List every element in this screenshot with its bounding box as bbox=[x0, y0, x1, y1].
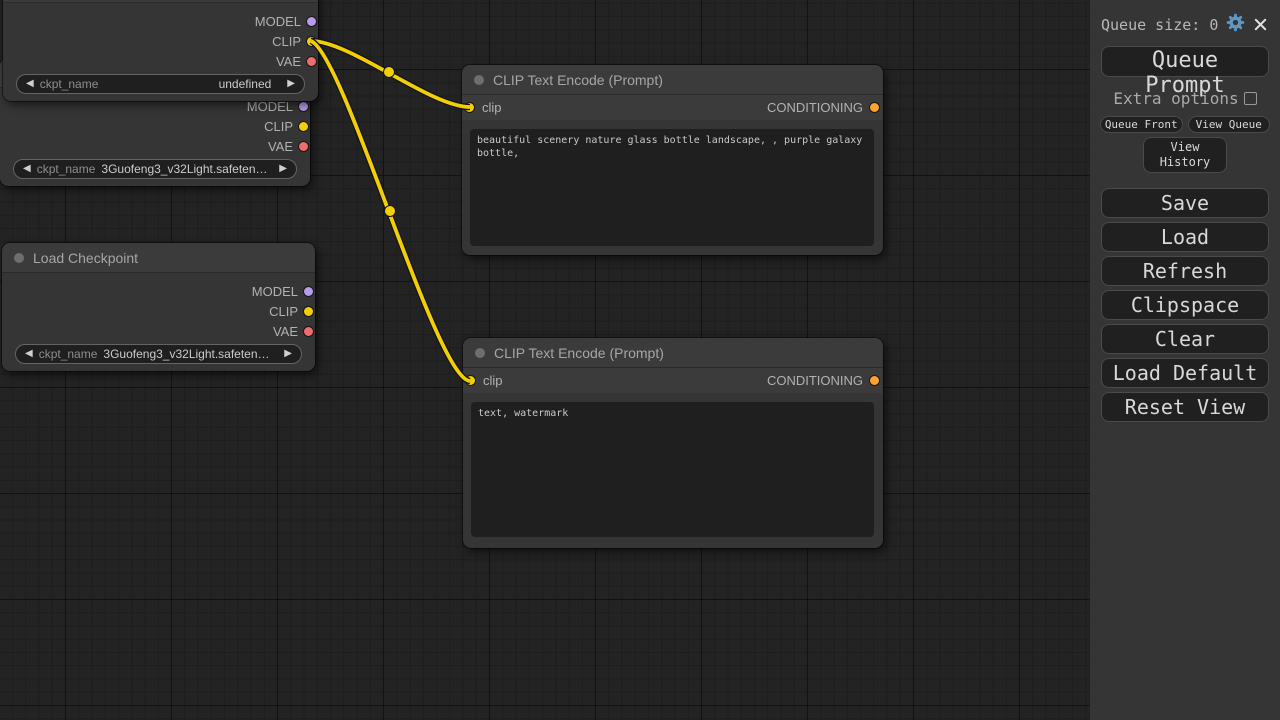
prev-value-arrow-icon[interactable]: ◀ bbox=[23, 164, 31, 174]
next-value-arrow-icon[interactable]: ▶ bbox=[287, 79, 295, 89]
model-output-port[interactable] bbox=[307, 17, 316, 26]
clip-output-port[interactable] bbox=[307, 37, 316, 46]
output-row-vae: VAE bbox=[3, 51, 318, 71]
prev-value-arrow-icon[interactable]: ◀ bbox=[26, 79, 34, 89]
refresh-button[interactable]: Refresh bbox=[1101, 256, 1269, 286]
output-label: CONDITIONING bbox=[767, 373, 863, 388]
clip-wire-top bbox=[311, 41, 470, 107]
collapse-dot[interactable] bbox=[475, 348, 485, 358]
widget-label: ckpt_name bbox=[40, 77, 99, 91]
node-title: CLIP Text Encode (Prompt) bbox=[494, 345, 664, 361]
prompt-textarea[interactable]: text, watermark bbox=[471, 402, 874, 537]
node-title-bar[interactable]: Load Checkpoint bbox=[2, 243, 315, 273]
prev-value-arrow-icon[interactable]: ◀ bbox=[25, 349, 33, 359]
widget-value: undefined bbox=[104, 77, 281, 91]
output-row-model: MODEL bbox=[3, 11, 318, 31]
node-load-checkpoint-bottom[interactable]: Load Checkpoint MODEL CLIP VAE ◀ ckpt_na bbox=[2, 243, 315, 371]
output-label: CONDITIONING bbox=[767, 100, 863, 115]
port-row: clip CONDITIONING bbox=[462, 95, 883, 120]
conditioning-output-port[interactable] bbox=[870, 103, 879, 112]
vae-output-port[interactable] bbox=[299, 142, 308, 151]
save-button[interactable]: Save bbox=[1101, 188, 1269, 218]
input-label: clip bbox=[482, 100, 502, 115]
next-value-arrow-icon[interactable]: ▶ bbox=[284, 349, 292, 359]
menu-header: Queue size: 0 bbox=[1090, 8, 1280, 46]
node-body: clip CONDITIONING beautiful scenery natu… bbox=[462, 95, 883, 246]
queue-buttons-row: Queue Front View Queue bbox=[1090, 116, 1280, 133]
wire-reroute-dot bbox=[385, 206, 396, 217]
node-title-bar[interactable]: CLIP Text Encode (Prompt) bbox=[462, 65, 883, 95]
node-body: MODEL CLIP VAE ◀ ckpt_name undefined ▶ bbox=[3, 3, 318, 94]
clip-wire-bottom bbox=[311, 41, 470, 381]
view-queue-button[interactable]: View Queue bbox=[1188, 116, 1271, 133]
model-output-port[interactable] bbox=[299, 102, 308, 111]
queue-front-button[interactable]: Queue Front bbox=[1100, 116, 1183, 133]
extra-options-row: Extra options bbox=[1090, 89, 1280, 108]
collapse-dot[interactable] bbox=[14, 253, 24, 263]
widget-value: 3Guofeng3_v32Light.safeten… bbox=[103, 347, 278, 361]
wire-reroute-dot bbox=[384, 67, 395, 78]
widget-label: ckpt_name bbox=[39, 347, 98, 361]
clipspace-button[interactable]: Clipspace bbox=[1101, 290, 1269, 320]
queue-size-text: Queue size: 0 bbox=[1101, 16, 1218, 34]
clip-wire-bottom-under bbox=[311, 41, 470, 381]
node-title: Load Checkpoint bbox=[33, 250, 138, 266]
clear-button[interactable]: Clear bbox=[1101, 324, 1269, 354]
vae-output-port[interactable] bbox=[307, 57, 316, 66]
ckpt-name-widget[interactable]: ◀ ckpt_name 3Guofeng3_v32Light.safeten… … bbox=[15, 344, 302, 364]
comfyui-app: MODEL CLIP VAE ◀ ckpt_name 3Guofeng3_v32… bbox=[0, 0, 1280, 720]
clip-input-port[interactable] bbox=[465, 103, 474, 112]
menu-panel: Queue size: 0 Que bbox=[1090, 0, 1280, 720]
output-row-model: MODEL bbox=[2, 281, 315, 301]
queue-size-value: 0 bbox=[1209, 16, 1218, 34]
extra-options-checkbox[interactable] bbox=[1244, 92, 1257, 105]
load-default-button[interactable]: Load Default bbox=[1101, 358, 1269, 388]
ckpt-name-widget[interactable]: ◀ ckpt_name 3Guofeng3_v32Light.safeten… … bbox=[13, 159, 297, 179]
port-row: clip CONDITIONING bbox=[463, 368, 883, 393]
node-body: clip CONDITIONING text, watermark bbox=[463, 368, 883, 537]
node-body: MODEL CLIP VAE ◀ ckpt_name 3Guofeng3_v32… bbox=[2, 273, 315, 364]
prompt-textarea[interactable]: beautiful scenery nature glass bottle la… bbox=[470, 129, 874, 246]
extra-options-label: Extra options bbox=[1113, 89, 1238, 108]
output-row-vae: VAE bbox=[2, 321, 315, 341]
node-graph-canvas[interactable]: MODEL CLIP VAE ◀ ckpt_name 3Guofeng3_v32… bbox=[0, 0, 1090, 720]
node-body: MODEL CLIP VAE ◀ ckpt_name 3Guofeng3_v32… bbox=[0, 88, 310, 179]
output-row-clip: CLIP bbox=[3, 31, 318, 51]
vae-output-port[interactable] bbox=[304, 327, 313, 336]
conditioning-output-port[interactable] bbox=[870, 376, 879, 385]
input-label: clip bbox=[483, 373, 503, 388]
widget-value: 3Guofeng3_v32Light.safeten… bbox=[101, 162, 273, 176]
output-row-clip: CLIP bbox=[0, 116, 310, 136]
node-title: CLIP Text Encode (Prompt) bbox=[493, 72, 663, 88]
clip-output-port[interactable] bbox=[299, 122, 308, 131]
node-title-bar[interactable]: CLIP Text Encode (Prompt) bbox=[463, 338, 883, 368]
settings-gear-icon[interactable] bbox=[1225, 12, 1246, 37]
node-clip-text-encode-bottom[interactable]: CLIP Text Encode (Prompt) clip CONDITION… bbox=[463, 338, 883, 548]
view-history-button[interactable]: View History bbox=[1143, 137, 1227, 173]
collapse-dot[interactable] bbox=[474, 75, 484, 85]
next-value-arrow-icon[interactable]: ▶ bbox=[279, 164, 287, 174]
reset-view-button[interactable]: Reset View bbox=[1101, 392, 1269, 422]
ckpt-name-widget[interactable]: ◀ ckpt_name undefined ▶ bbox=[16, 74, 305, 94]
widget-label: ckpt_name bbox=[37, 162, 96, 176]
node-load-checkpoint-top[interactable]: MODEL CLIP VAE ◀ ckpt_name undefined ▶ bbox=[3, 0, 318, 101]
model-output-port[interactable] bbox=[304, 287, 313, 296]
queue-prompt-button[interactable]: Queue Prompt bbox=[1101, 46, 1269, 77]
output-row-vae: VAE bbox=[0, 136, 310, 156]
load-button[interactable]: Load bbox=[1101, 222, 1269, 252]
clip-wire-top-under bbox=[311, 41, 470, 107]
clip-output-port[interactable] bbox=[304, 307, 313, 316]
close-icon[interactable] bbox=[1253, 17, 1268, 32]
clip-input-port[interactable] bbox=[466, 376, 475, 385]
node-clip-text-encode-top[interactable]: CLIP Text Encode (Prompt) clip CONDITION… bbox=[462, 65, 883, 255]
output-row-clip: CLIP bbox=[2, 301, 315, 321]
